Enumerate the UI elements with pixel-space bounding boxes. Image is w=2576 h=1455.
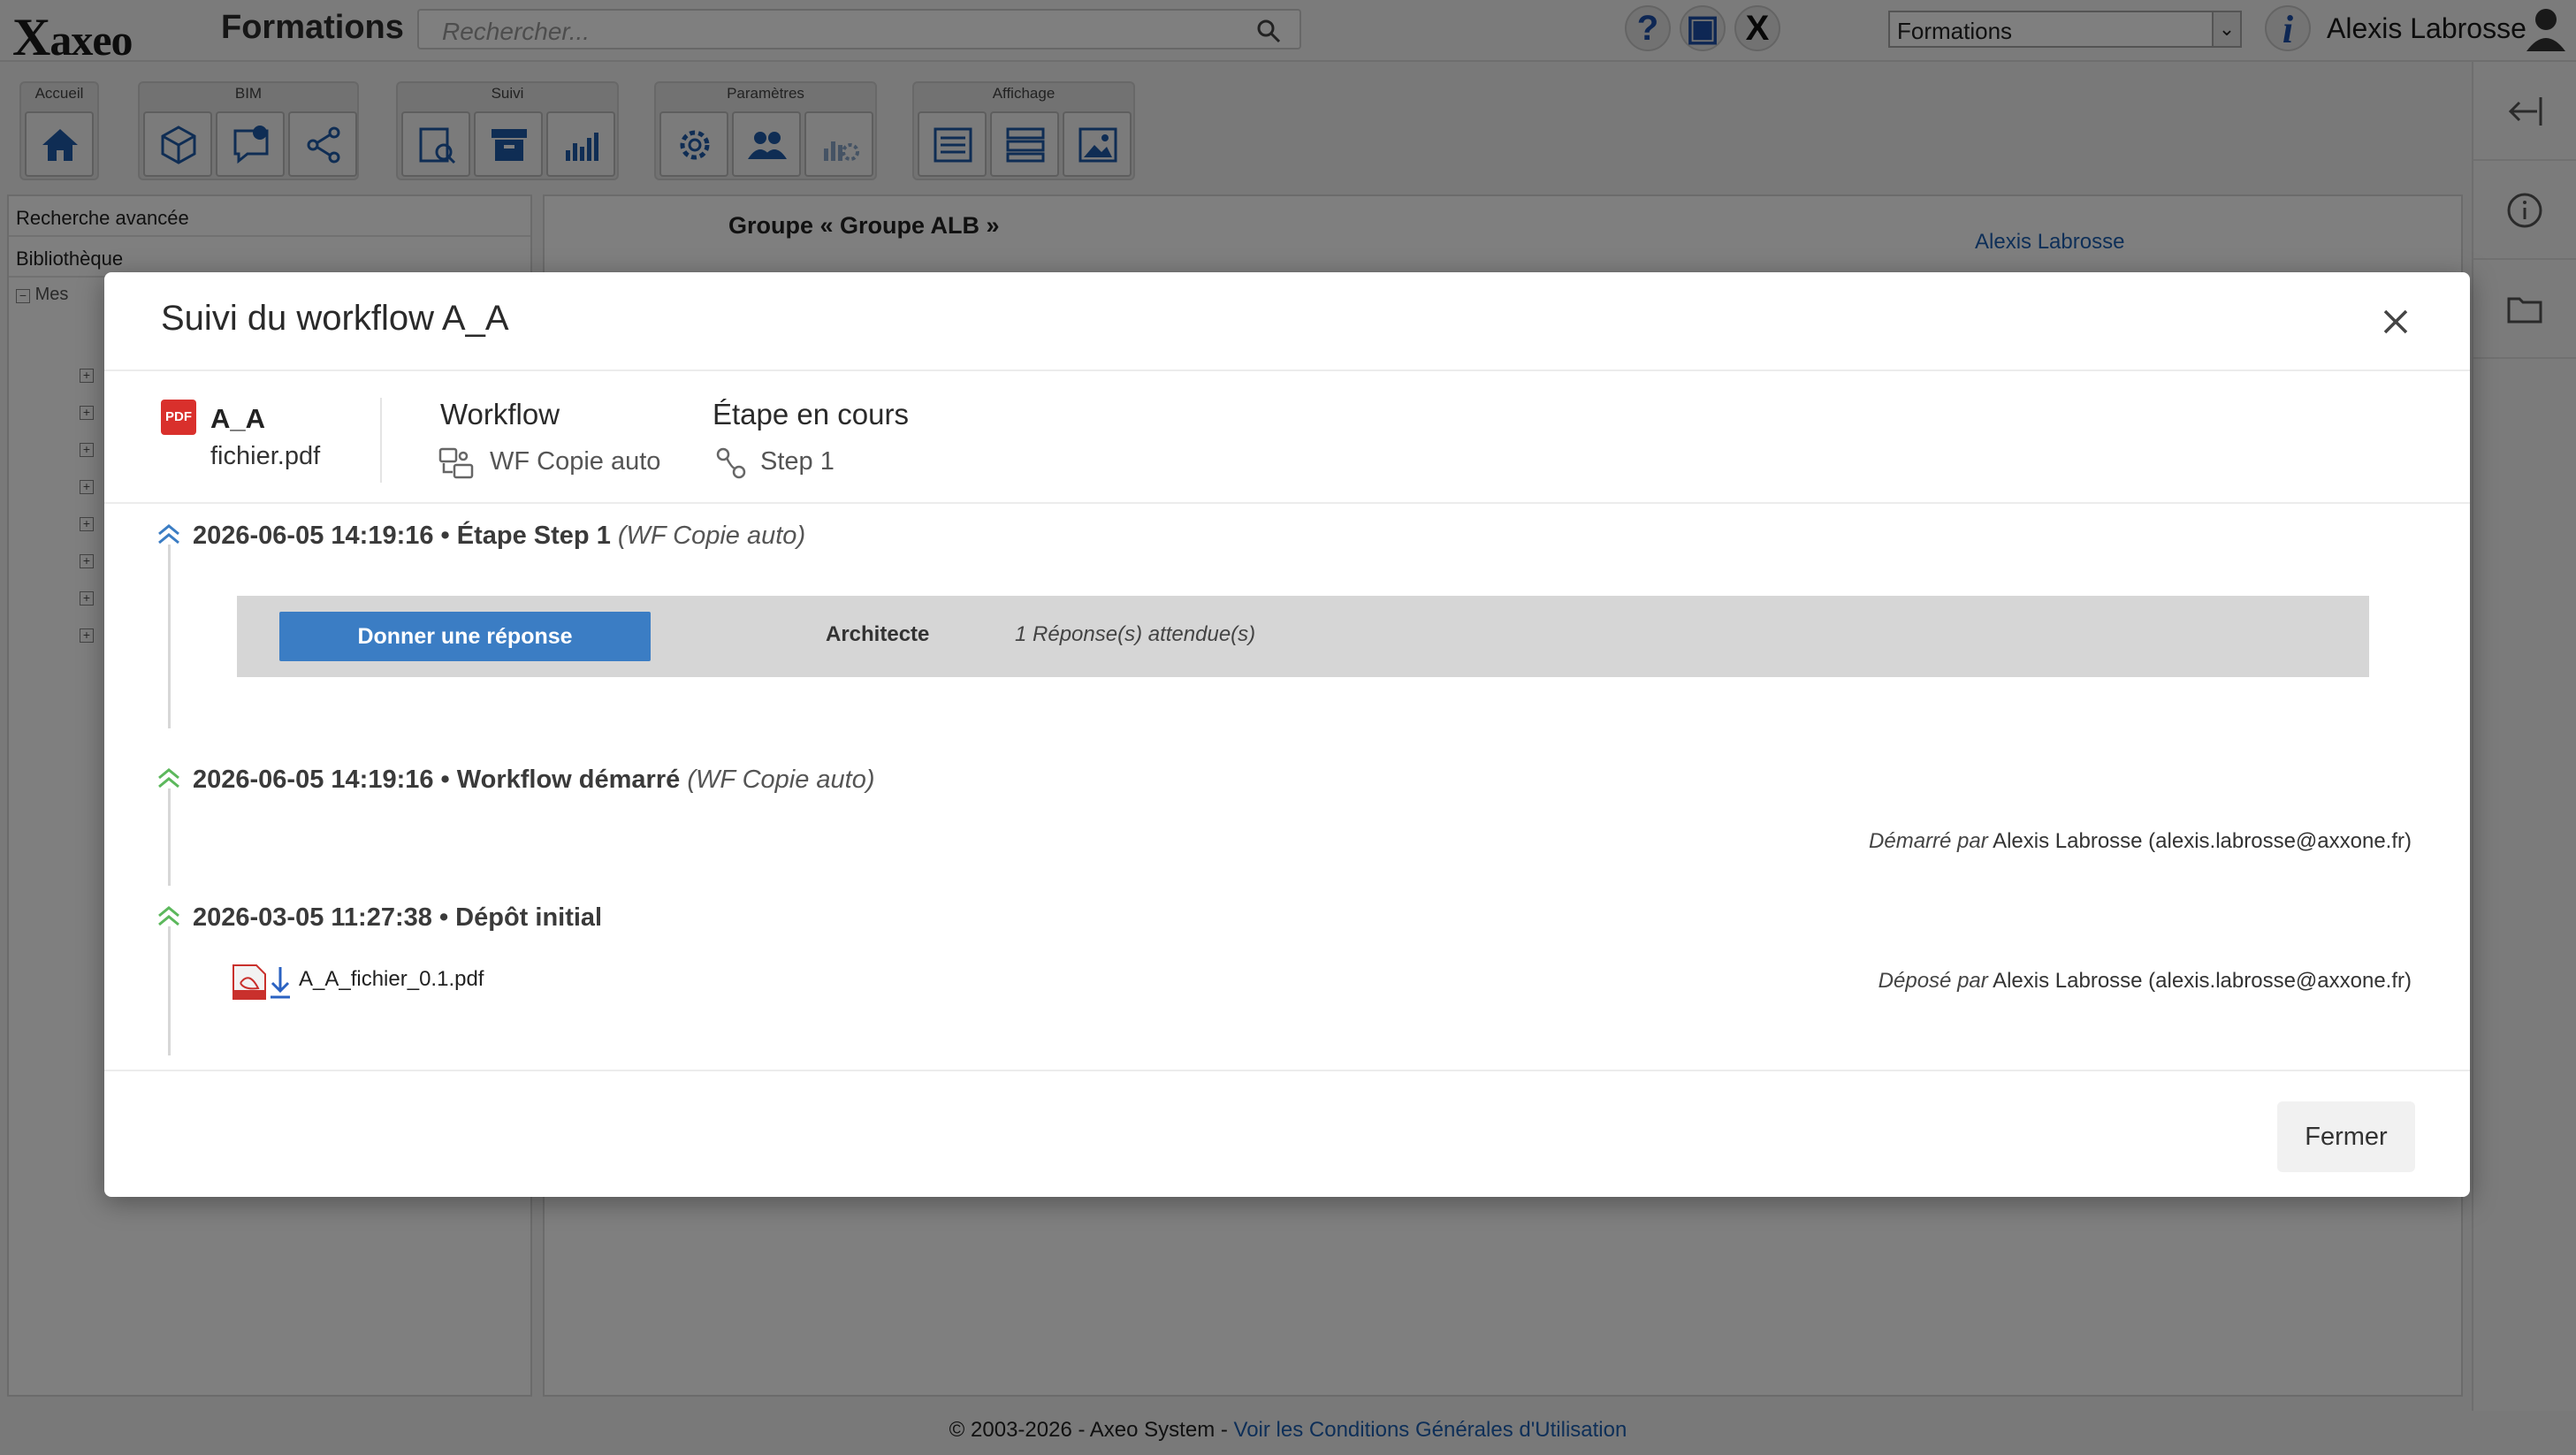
workflow-summary: PDF A_A fichier.pdf Workflow WF Copie au… (104, 371, 2470, 504)
file-link[interactable]: A_A_fichier_0.1.pdf (299, 967, 484, 992)
started-by-label: Démarré par (1869, 829, 1988, 853)
current-step-value: Step 1 (760, 447, 835, 476)
event-separator: • (433, 522, 457, 550)
give-response-button[interactable]: Donner une réponse (279, 612, 651, 661)
modal-title: Suivi du workflow A_A (161, 299, 509, 338)
event-header: 2026-06-05 14:19:16 • Étape Step 1 (WF C… (193, 522, 805, 551)
event-separator: • (433, 766, 457, 794)
deposited-by-value: Alexis Labrosse (alexis.labrosse@axxone.… (1993, 969, 2412, 993)
timeline-line (168, 926, 171, 1055)
event-context: (WF Copie auto) (617, 522, 806, 550)
event-timestamp: 2026-06-05 14:19:16 (193, 766, 434, 794)
close-modal-button[interactable]: Fermer (2277, 1101, 2415, 1172)
deposited-by-label: Déposé par (1878, 969, 1988, 993)
event-separator: • (431, 903, 456, 932)
timeline-line (168, 788, 171, 886)
response-role: Architecte (826, 622, 930, 646)
workflow-modal: Suivi du workflow A_A PDF A_A fichier.pd… (104, 272, 2470, 1197)
timeline-line (168, 545, 171, 728)
double-chevron-up-icon (158, 768, 179, 788)
pdf-file-icon[interactable] (232, 964, 267, 1001)
workflow-value: WF Copie auto (490, 447, 661, 476)
workflow-label: Workflow (440, 398, 560, 430)
event-timestamp: 2026-06-05 14:19:16 (193, 522, 434, 550)
event-timestamp: 2026-03-05 11:27:38 (193, 903, 432, 932)
expected-responses: 1 Réponse(s) attendue(s) (1015, 622, 1256, 646)
pdf-icon: PDF (161, 400, 196, 435)
event-context: (WF Copie auto) (687, 766, 875, 794)
event-title: Étape Step 1 (456, 522, 611, 550)
close-icon (2383, 309, 2408, 334)
double-chevron-up-icon (158, 906, 179, 926)
document-file: fichier.pdf (210, 442, 321, 470)
workflow-timeline: 2026-06-05 14:19:16 • Étape Step 1 (WF C… (104, 504, 2470, 1078)
event-title: Dépôt initial (455, 903, 603, 932)
double-chevron-up-icon (158, 524, 179, 545)
close-button[interactable] (2373, 299, 2419, 345)
modal-header: Suivi du workflow A_A (104, 272, 2470, 371)
divider (380, 398, 382, 483)
started-by: Démarré par Alexis Labrosse (alexis.labr… (1869, 829, 2412, 854)
current-step-label: Étape en cours (713, 398, 909, 430)
download-icon[interactable] (269, 964, 292, 1001)
event-header: 2026-03-05 11:27:38 • Dépôt initial (193, 903, 602, 933)
pending-response-row: Donner une réponse Architecte 1 Réponse(… (237, 596, 2369, 677)
modal-footer: Fermer (104, 1070, 2470, 1197)
workflow-icon (438, 447, 474, 479)
started-by-value: Alexis Labrosse (alexis.labrosse@axxone.… (1993, 829, 2412, 853)
deposited-by: Déposé par Alexis Labrosse (alexis.labro… (1879, 969, 2412, 994)
event-title: Workflow démarré (456, 766, 681, 794)
step-icon (716, 447, 746, 479)
document-name: A_A (210, 403, 266, 434)
event-header: 2026-06-05 14:19:16 • Workflow démarré (… (193, 766, 875, 795)
